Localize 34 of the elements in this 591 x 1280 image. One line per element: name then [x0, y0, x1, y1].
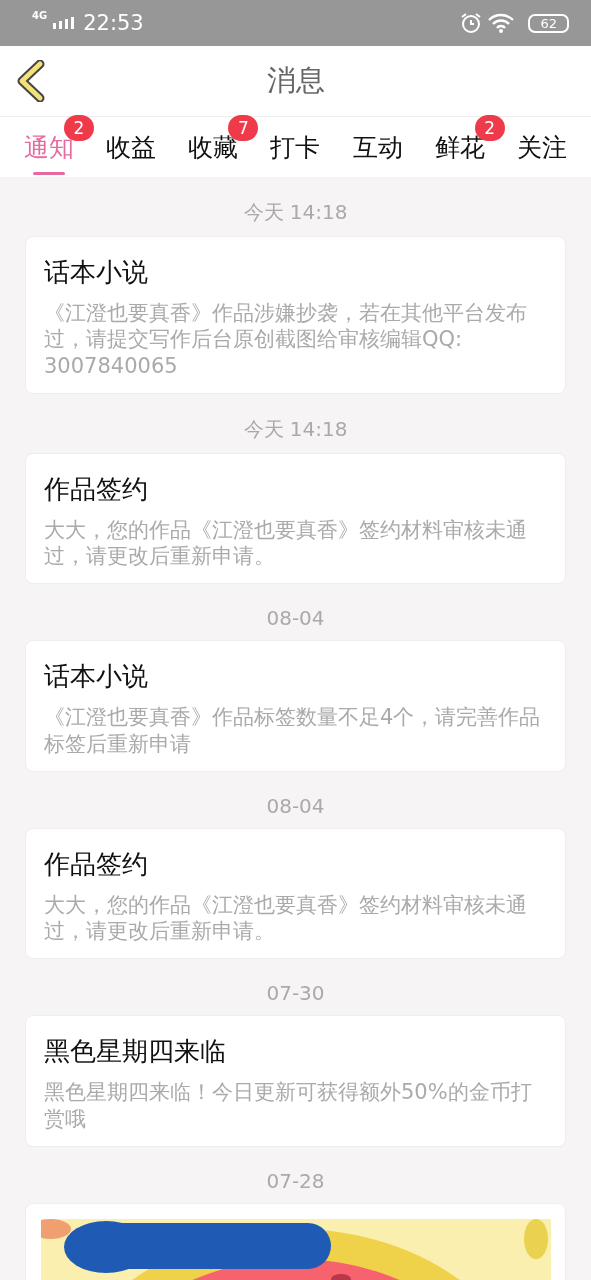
message-title: 作品签约	[44, 472, 149, 506]
message-card[interactable]: 话本小说 《江澄也要真香》作品涉嫌抄袭，若在其他平台发布过，请提交写作后台原创截图给审核编辑QQ: 3007840065	[25, 236, 566, 394]
tab[interactable]: 收益	[106, 121, 157, 177]
wifi-icon	[488, 13, 515, 33]
message-card[interactable]: 作品签约 大大，您的作品《江澄也要真香》签约材料审核未通过，请更改后重新申请。	[25, 827, 566, 960]
page-title: 消息	[266, 62, 325, 99]
message-card[interactable]: 黑色星期四来临 黑色星期四来临！今日更新可获得额外50%的金币打赏哦	[25, 1015, 566, 1147]
message-text: 大大，您的作品《江澄也要真香》签约材料审核未通过，请更改后重新申请。	[44, 516, 528, 570]
clock-time: 22:53	[83, 11, 144, 35]
date-label: 08-04	[265, 606, 326, 631]
tab[interactable]: 打卡	[270, 121, 321, 177]
date-label: 08-04	[265, 793, 326, 818]
message-text: 黑色星期四来临！今日更新可获得额外50%的金币打赏哦	[44, 1079, 533, 1132]
message-text: 大大，您的作品《江澄也要真香》签约材料审核未通过，请更改后重新申请。	[44, 891, 528, 945]
date-label: 今天 14:18	[242, 415, 349, 443]
message-text: 《江澄也要真香》作品涉嫌抄袭，若在其他平台发布过，请提交写作后台原创截图给审核编辑QQ: 3007840065	[44, 300, 528, 379]
tab-underline	[33, 172, 65, 175]
tab[interactable]: 关注	[516, 121, 567, 177]
message-title: 话本小说	[44, 256, 149, 289]
tab[interactable]: 互动	[352, 121, 403, 177]
date-label: 07-30	[265, 981, 326, 1006]
date-label: 今天 14:18	[242, 199, 349, 226]
message-text: 《江澄也要真香》作品标签数量不足4个，请完善作品标签后重新申请	[44, 704, 542, 757]
network-type: 4G	[32, 10, 48, 21]
message-title: 作品签约	[44, 847, 149, 881]
message-card[interactable]: 作品签约 大大，您的作品《江澄也要真香》签约材料审核未通过，请更改后重新申请。	[25, 452, 566, 585]
date-label: 07-28	[265, 1168, 326, 1193]
message-title: 黑色星期四来临	[44, 1035, 227, 1069]
count-badge: 2	[64, 115, 94, 141]
alarm-icon	[460, 12, 483, 34]
signal-icon	[53, 17, 76, 29]
battery-level: 62	[528, 13, 569, 33]
message-title: 话本小说	[44, 660, 149, 694]
message-card[interactable]: 话本小说 《江澄也要真香》作品标签数量不足4个，请完善作品标签后重新申请	[25, 640, 566, 772]
